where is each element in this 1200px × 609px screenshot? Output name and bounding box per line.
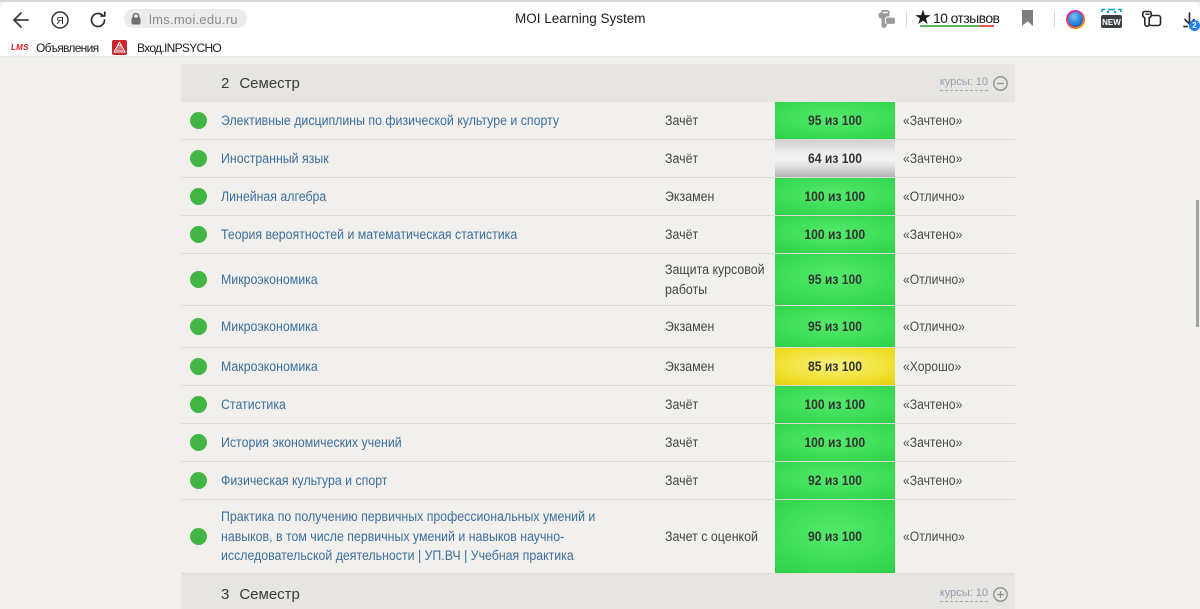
svg-text:NEW: NEW [1102,18,1121,27]
svg-text:Я: Я [56,15,64,27]
